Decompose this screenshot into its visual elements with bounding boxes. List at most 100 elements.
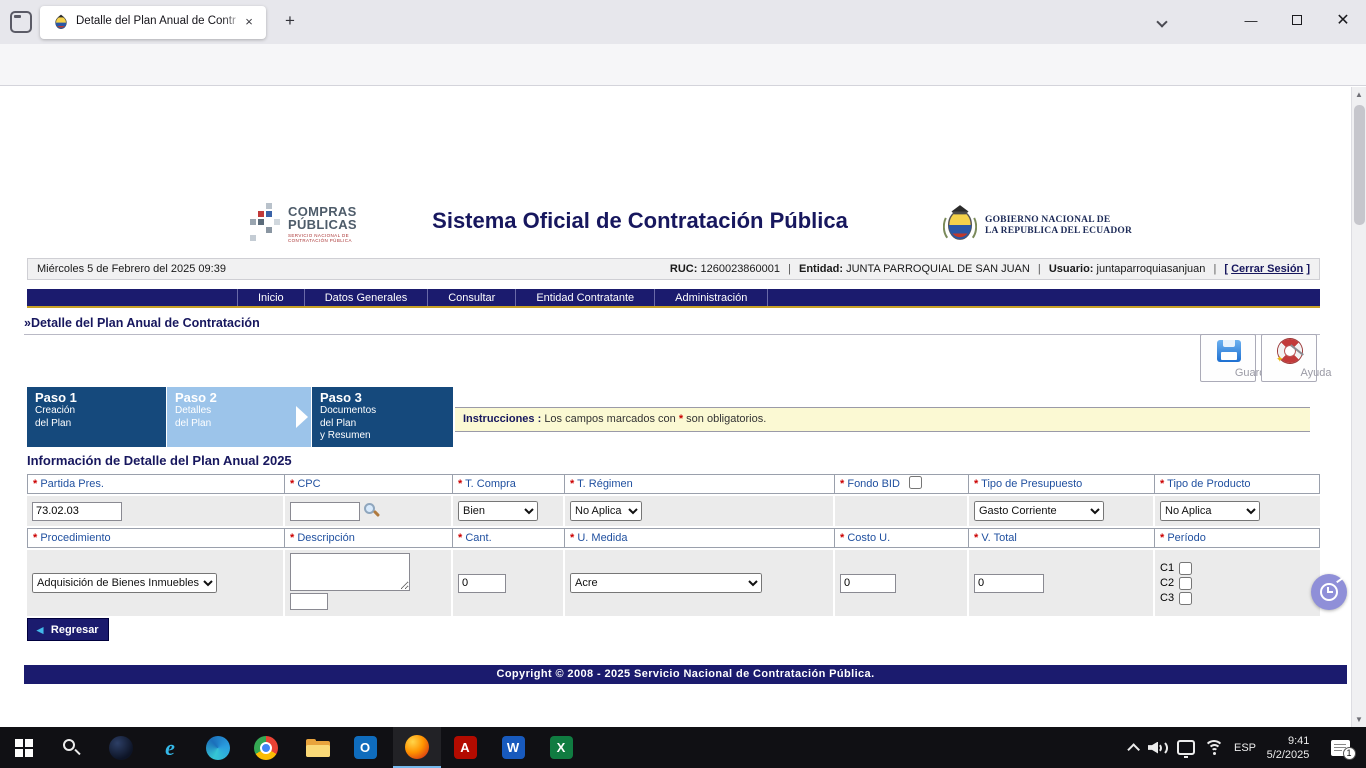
floating-timer-widget[interactable]	[1311, 574, 1347, 610]
scroll-up-icon[interactable]: ▲	[1352, 87, 1366, 102]
tray-notifications[interactable]: 1	[1322, 727, 1358, 768]
chrome-icon	[254, 735, 278, 760]
chevron-up-icon	[1126, 743, 1140, 756]
cerrar-sesion-link[interactable]: [ Cerrar Sesión ]	[1224, 263, 1310, 275]
browser-toolbar: ← → ⟳ https://www.compraspublicas.gob.ec…	[0, 44, 1366, 124]
taskbar-search-button[interactable]	[48, 727, 96, 768]
list-all-tabs-icon[interactable]	[1156, 13, 1176, 28]
taskbar-internet-explorer[interactable]: e	[146, 727, 194, 768]
maximize-button[interactable]	[1274, 0, 1320, 40]
excel-icon: X	[549, 736, 573, 759]
header-u-medida: * U. Medida	[565, 528, 835, 548]
tray-clock[interactable]: 9:41 5/2/2025	[1258, 727, 1318, 768]
header-t-compra: * T. Compra	[453, 474, 565, 494]
word-icon: W	[501, 736, 525, 759]
taskbar-word[interactable]: W	[489, 727, 537, 768]
folder-icon	[306, 738, 330, 757]
tipo-presupuesto-select[interactable]: Gasto Corriente	[974, 501, 1104, 521]
t-regimen-select[interactable]: No Aplica	[570, 501, 642, 521]
header-row-1: * Partida Pres. * CPC * T. Compra * T. R…	[27, 474, 1320, 494]
taskbar-firefox-active[interactable]	[393, 727, 441, 768]
periodo-c2-checkbox[interactable]	[1179, 576, 1193, 590]
tray-network[interactable]	[1200, 727, 1228, 768]
scrollbar-thumb[interactable]	[1354, 105, 1365, 225]
footer-copyright: Copyright © 2008 - 2025 Servicio Naciona…	[24, 665, 1347, 684]
nav-entidad-contratante[interactable]: Entidad Contratante	[515, 289, 654, 306]
cant-input[interactable]	[458, 573, 506, 593]
guardar-button[interactable]: Guardar	[1200, 334, 1275, 382]
scroll-down-icon[interactable]: ▼	[1352, 712, 1366, 727]
outlook-icon: O	[353, 736, 377, 759]
tipo-producto-select[interactable]: No Aplica	[1160, 501, 1260, 521]
u-medida-select[interactable]: Acre	[570, 573, 762, 593]
descripcion-textarea[interactable]	[290, 553, 410, 591]
internet-explorer-icon: e	[165, 734, 175, 760]
tab-bar: Detalle del Plan Anual de Contr × + — ✕	[0, 0, 1366, 44]
t-compra-select[interactable]: Bien	[458, 501, 538, 521]
screencast-icon	[1177, 740, 1195, 758]
nav-datos-generales[interactable]: Datos Generales	[303, 289, 428, 306]
fondo-bid-checkbox[interactable]	[909, 476, 922, 489]
cpc-search-icon[interactable]	[364, 503, 381, 519]
periodo-c1-checkbox[interactable]	[1179, 561, 1193, 575]
start-button[interactable]	[0, 727, 48, 768]
regresar-button[interactable]: ◄ Regresar	[27, 618, 109, 641]
taskbar-excel[interactable]: X	[537, 727, 585, 768]
step-3-documentos: Paso 3 Documentos del Plan y Resumen	[312, 387, 453, 447]
back-arrow-icon: ◄	[34, 622, 46, 637]
costo-u-input[interactable]	[840, 573, 896, 593]
firefox-icon	[405, 734, 429, 759]
cpc-input[interactable]	[290, 501, 360, 521]
instructions-banner: Instrucciones : Los campos marcados con …	[455, 407, 1310, 432]
header-costo-u: * Costo U.	[835, 528, 969, 548]
section-title: Información de Detalle del Plan Anual 20…	[27, 453, 292, 468]
save-floppy-icon	[1217, 340, 1241, 362]
v-total-input[interactable]	[974, 573, 1044, 593]
nav-consultar[interactable]: Consultar	[427, 289, 515, 306]
page-content: COMPRAS PÚBLICAS SERVICIO NACIONAL DE CON…	[0, 87, 1351, 727]
edge-icon	[206, 735, 230, 760]
taskbar-chrome[interactable]	[242, 727, 290, 768]
session-info-bar: Miércoles 5 de Febrero del 2025 09:39 RU…	[27, 258, 1320, 280]
fondo-bid-cell	[835, 496, 969, 526]
header-cpc: * CPC	[285, 474, 453, 494]
tray-volume[interactable]	[1144, 727, 1172, 768]
header-v-total: * V. Total	[969, 528, 1155, 548]
procedimiento-select[interactable]: Adquisición de Bienes Inmuebles	[32, 573, 217, 593]
dark-app-icon	[109, 735, 133, 760]
gobierno-nacional-logo: GOBIERNO NACIONAL DE LA REPUBLICA DEL ECU…	[942, 203, 1173, 249]
taskbar-file-explorer[interactable]	[294, 727, 342, 768]
header-partida-pres: * Partida Pres.	[27, 474, 285, 494]
step-1-creacion: Paso 1 Creación del Plan	[27, 387, 166, 447]
wifi-icon	[1204, 739, 1224, 756]
nav-inicio[interactable]: Inicio	[237, 289, 304, 306]
header-tipo-producto: * Tipo de Producto	[1155, 474, 1320, 494]
partida-pres-input[interactable]	[32, 501, 122, 521]
page-title: Sistema Oficial de Contratación Pública	[432, 208, 848, 233]
minimize-button[interactable]: —	[1228, 0, 1274, 40]
taskbar-app-dark[interactable]	[97, 727, 145, 768]
acrobat-icon: A	[453, 736, 477, 759]
tray-language[interactable]: ESP	[1228, 727, 1262, 768]
periodo-c3-checkbox[interactable]	[1179, 591, 1193, 605]
tab-title: Detalle del Plan Anual de Contr	[76, 15, 244, 31]
breadcrumb: »Detalle del Plan Anual de Contratación	[24, 316, 1320, 335]
tray-cast[interactable]	[1172, 727, 1200, 768]
firefox-view-icon[interactable]	[10, 11, 32, 33]
nav-administracion[interactable]: Administración	[654, 289, 769, 306]
taskbar-edge[interactable]	[194, 727, 242, 768]
taskbar-acrobat[interactable]: A	[441, 727, 489, 768]
speaker-icon	[1148, 739, 1168, 756]
close-window-button[interactable]: ✕	[1320, 0, 1366, 40]
descripcion-aux-input[interactable]	[290, 593, 328, 610]
new-tab-button[interactable]: +	[278, 9, 302, 33]
step-2-detalles-active: Paso 2 Detalles del Plan	[167, 387, 311, 447]
browser-tab[interactable]: Detalle del Plan Anual de Contr ×	[40, 6, 266, 39]
ayuda-button[interactable]: ✦ Ayuda	[1261, 334, 1332, 382]
notification-badge: 1	[1342, 746, 1356, 760]
taskbar-outlook[interactable]: O	[341, 727, 389, 768]
page-scrollbar[interactable]: ▲ ▼	[1351, 87, 1366, 727]
header-tipo-presupuesto: * Tipo de Presupuesto	[969, 474, 1155, 494]
tab-close-icon[interactable]: ×	[240, 13, 258, 31]
tray-show-hidden-icons[interactable]	[1118, 727, 1144, 768]
